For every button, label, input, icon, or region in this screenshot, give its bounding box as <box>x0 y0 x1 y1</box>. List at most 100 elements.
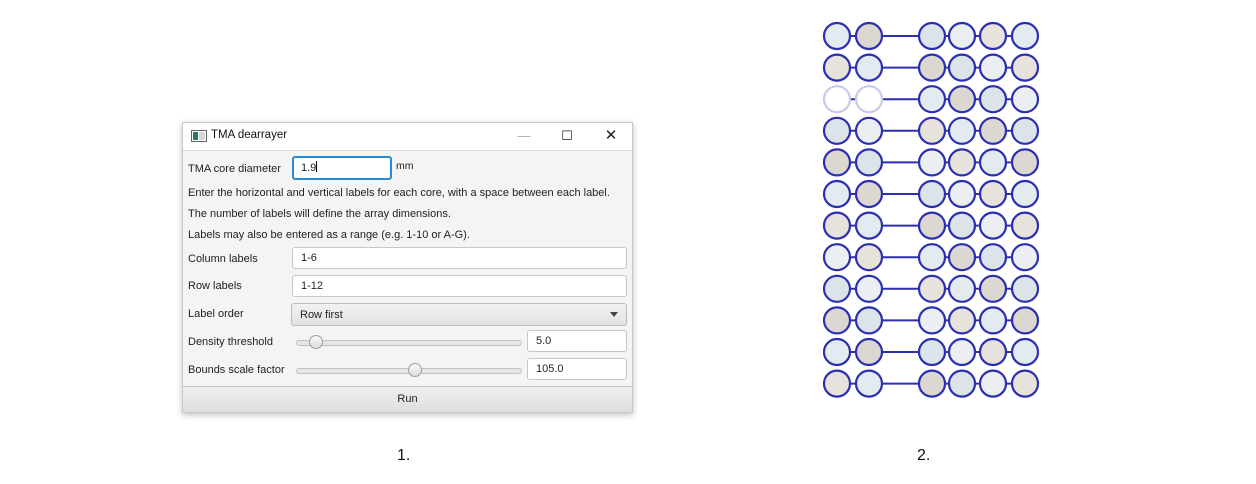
label-order-value: Row first <box>300 309 343 321</box>
density-threshold-slider[interactable] <box>296 340 522 346</box>
instruction-line-2: The number of labels will define the arr… <box>188 208 451 220</box>
tma-grid-image <box>808 14 1054 413</box>
tma-core <box>1010 85 1040 114</box>
tma-core <box>854 369 884 398</box>
run-button[interactable]: Run <box>183 386 632 412</box>
tma-core <box>917 53 947 82</box>
tma-core <box>854 337 884 367</box>
tma-core <box>854 179 884 209</box>
tma-core <box>917 306 947 335</box>
tma-core <box>917 369 947 398</box>
window-title: TMA dearrayer <box>211 129 288 141</box>
row-labels-value: 1-12 <box>301 280 324 292</box>
tma-core <box>978 243 1008 272</box>
tma-core <box>854 148 884 177</box>
tma-core <box>978 274 1008 303</box>
tma-core <box>978 369 1008 398</box>
density-threshold-slider-thumb[interactable] <box>308 335 323 349</box>
tma-core <box>947 179 977 209</box>
tma-core <box>1010 306 1040 335</box>
text-caret <box>316 161 318 172</box>
tma-core <box>822 274 852 303</box>
tma-core <box>917 243 947 272</box>
tma-core <box>1010 337 1040 367</box>
tma-core <box>947 21 977 51</box>
figure-caption-1: 1. <box>397 447 411 464</box>
tma-core <box>822 148 852 177</box>
bounds-scale-slider-thumb[interactable] <box>408 363 423 377</box>
core-diameter-label: TMA core diameter <box>188 163 281 175</box>
core-diameter-value: 1.9 <box>301 162 317 174</box>
tma-core <box>1010 53 1040 82</box>
label-order-label: Label order <box>188 308 244 320</box>
tma-core <box>978 148 1008 177</box>
tma-core <box>947 116 977 145</box>
tma-core <box>978 211 1008 240</box>
tma-core <box>947 274 977 303</box>
app-window-icon <box>191 130 207 142</box>
tma-core <box>854 116 884 145</box>
tma-core-missing <box>822 85 852 114</box>
tma-core <box>822 53 852 82</box>
tma-core <box>822 116 852 145</box>
instruction-line-1: Enter the horizontal and vertical labels… <box>188 187 610 199</box>
tma-core <box>1010 116 1040 145</box>
tma-core <box>1010 211 1040 240</box>
tma-core <box>947 243 977 272</box>
density-threshold-value: 5.0 <box>536 335 552 347</box>
tma-core <box>822 21 852 51</box>
tma-core <box>854 243 884 272</box>
tma-dearrayer-dialog: TMA dearrayer — ☐ ✕ TMA core diameter 1.… <box>182 122 633 413</box>
row-labels-input[interactable]: 1-12 <box>292 275 627 297</box>
tma-core <box>822 337 852 367</box>
instruction-line-3: Labels may also be entered as a range (e… <box>188 229 470 241</box>
bounds-scale-label: Bounds scale factor <box>188 364 285 376</box>
core-diameter-input[interactable]: 1.9 <box>292 156 392 180</box>
bounds-scale-value: 105.0 <box>536 363 564 375</box>
tma-core <box>917 116 947 145</box>
tma-core <box>947 211 977 240</box>
maximize-button[interactable]: ☐ <box>556 126 578 146</box>
tma-core <box>947 306 977 335</box>
tma-core <box>978 116 1008 145</box>
tma-core <box>822 306 852 335</box>
tma-core <box>822 179 852 209</box>
tma-core <box>1010 21 1040 51</box>
tma-core <box>947 53 977 82</box>
tma-core <box>917 211 947 240</box>
bounds-scale-input[interactable]: 105.0 <box>527 358 627 380</box>
tma-core <box>1010 179 1040 209</box>
tma-core <box>822 369 852 398</box>
close-button[interactable]: ✕ <box>600 126 622 146</box>
tma-core <box>854 211 884 240</box>
tma-core <box>1010 148 1040 177</box>
tma-core <box>947 85 977 114</box>
tma-core <box>978 21 1008 51</box>
column-labels-label: Column labels <box>188 253 258 265</box>
tma-core <box>822 211 852 240</box>
density-threshold-input[interactable]: 5.0 <box>527 330 627 352</box>
tma-core <box>917 337 947 367</box>
tma-core <box>978 85 1008 114</box>
tma-core <box>917 274 947 303</box>
label-order-select[interactable]: Row first <box>291 303 627 326</box>
tma-core <box>978 337 1008 367</box>
core-diameter-unit: mm <box>396 160 414 172</box>
tma-core <box>947 369 977 398</box>
title-bar: TMA dearrayer — ☐ ✕ <box>183 123 632 151</box>
tma-core <box>978 306 1008 335</box>
column-labels-input[interactable]: 1-6 <box>292 247 627 269</box>
density-threshold-label: Density threshold <box>188 336 273 348</box>
tma-core <box>917 21 947 51</box>
tma-core <box>822 243 852 272</box>
tma-core <box>947 337 977 367</box>
tma-core <box>1010 274 1040 303</box>
chevron-down-icon <box>610 312 618 317</box>
figure-caption-2: 2. <box>917 447 931 464</box>
tma-core <box>917 148 947 177</box>
tma-core <box>854 53 884 82</box>
tma-core <box>917 85 947 114</box>
row-labels-label: Row labels <box>188 280 242 292</box>
minimize-button[interactable]: — <box>513 126 535 146</box>
tma-core <box>854 274 884 303</box>
